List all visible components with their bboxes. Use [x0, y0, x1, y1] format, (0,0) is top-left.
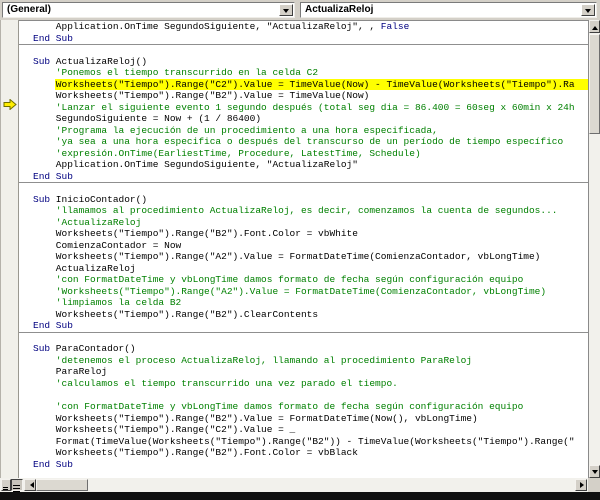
code-editor[interactable]: Application.OnTime SegundoSiguiente, "Ac… [19, 21, 588, 478]
code-line: Application.OnTime SegundoSiguiente, "Ac… [33, 21, 410, 32]
code-line: 'ActualizaReloj [33, 216, 142, 228]
code-line: End Sub [33, 32, 73, 44]
code-line: End Sub [33, 458, 73, 470]
code-line: 'con FormatDateTime y vbLongTime damos f… [33, 401, 524, 413]
code-line: Worksheets("Tiempo").Range("B2").Value =… [33, 90, 370, 102]
code-line: Worksheets("Tiempo").Range("B2").Value =… [33, 412, 478, 424]
code-line: Worksheets("Tiempo").Range("B2").Font.Co… [33, 228, 358, 240]
code-line: 'Lanzar el siguiente evento 1 segundo de… [33, 101, 575, 113]
code-line: Sub ParaContador() [33, 343, 136, 355]
procedure-dropdown-button[interactable] [581, 4, 595, 16]
code-line: Worksheets("Tiempo").Range("A2").Value =… [33, 251, 541, 263]
procedure-divider [19, 182, 588, 194]
chevron-down-icon [585, 9, 591, 16]
code-line: End Sub [33, 320, 73, 332]
procedure-divider [19, 44, 588, 56]
code-line: 'Worksheets("Tiempo").Range("A2").Value … [33, 285, 547, 297]
code-line: ParaReloj [33, 366, 108, 378]
code-line: Application.OnTime SegundoSiguiente, "Ac… [33, 159, 358, 171]
scroll-up-button[interactable] [589, 20, 600, 33]
horizontal-scrollbar-thumb[interactable] [36, 479, 88, 491]
procedure-view-button[interactable] [1, 479, 11, 491]
arrow-down-icon [592, 470, 598, 477]
procedure-divider [19, 331, 588, 344]
code-line: 'ya sea a una hora especifica o después … [33, 136, 564, 148]
margin-indicator-bar[interactable] [0, 20, 19, 478]
code-line: 'Ponemos el tiempo transcurrido en la ce… [33, 67, 319, 79]
horizontal-scrollbar[interactable] [0, 478, 588, 492]
code-line: Sub InicioContador() [33, 193, 148, 205]
chevron-down-icon [283, 9, 289, 16]
code-line: 'Programa la ejecución de un procedimien… [33, 124, 438, 136]
code-window-header: (General) ActualizaReloj [0, 0, 600, 20]
scrollbar-corner [588, 478, 600, 492]
code-line: SegundoSiguiente = Now + (1 / 86400) [33, 113, 262, 125]
code-line: Sub ActualizaReloj() [33, 55, 148, 67]
code-line: ComienzaContador = Now [33, 239, 182, 251]
code-line: Format(TimeValue(Worksheets("Tiempo").Ra… [33, 435, 575, 447]
code-line: Worksheets("Tiempo").Range("B2").ClearCo… [33, 308, 319, 320]
code-line: ActualizaReloj [33, 262, 136, 274]
arrow-right-icon [580, 482, 587, 488]
code-line: End Sub [33, 170, 73, 182]
object-dropdown-button[interactable] [279, 4, 293, 16]
code-line: 'expresión.OnTime(EarliestTime, Procedur… [33, 147, 421, 159]
code-line: 'con FormatDateTime y vbLongTime damos f… [33, 274, 524, 286]
scroll-down-button[interactable] [589, 465, 600, 478]
code-line: Worksheets("Tiempo").Range("B2").Font.Co… [33, 447, 358, 459]
object-dropdown-value: (General) [7, 4, 51, 15]
code-line: Worksheets("Tiempo").Range("C2").Value =… [33, 424, 296, 436]
window-bottom-edge [0, 492, 600, 500]
full-module-view-button[interactable] [11, 479, 23, 492]
code-lines: Application.OnTime SegundoSiguiente, "Ac… [19, 21, 588, 470]
arrow-left-icon [27, 482, 34, 488]
arrow-up-icon [592, 23, 598, 30]
procedure-dropdown[interactable]: ActualizaReloj [300, 2, 597, 18]
code-line: 'calculamos el tiempo transcurrido una v… [33, 377, 398, 389]
execution-point-arrow-icon [3, 99, 17, 110]
object-dropdown[interactable]: (General) [2, 2, 295, 18]
vertical-scrollbar[interactable] [588, 20, 600, 478]
code-line: Worksheets("Tiempo").Range("C2").Value =… [19, 79, 588, 91]
code-line: 'llamamos al procedimiento ActualizaRelo… [33, 205, 558, 217]
code-line: 'limpiamos la celda B2 [33, 297, 182, 309]
scroll-left-button[interactable] [24, 479, 36, 491]
vertical-scrollbar-thumb[interactable] [589, 34, 600, 134]
procedure-dropdown-value: ActualizaReloj [305, 4, 374, 15]
code-line: 'detenemos el proceso ActualizaReloj, ll… [33, 354, 472, 366]
scroll-right-button[interactable] [575, 479, 587, 491]
